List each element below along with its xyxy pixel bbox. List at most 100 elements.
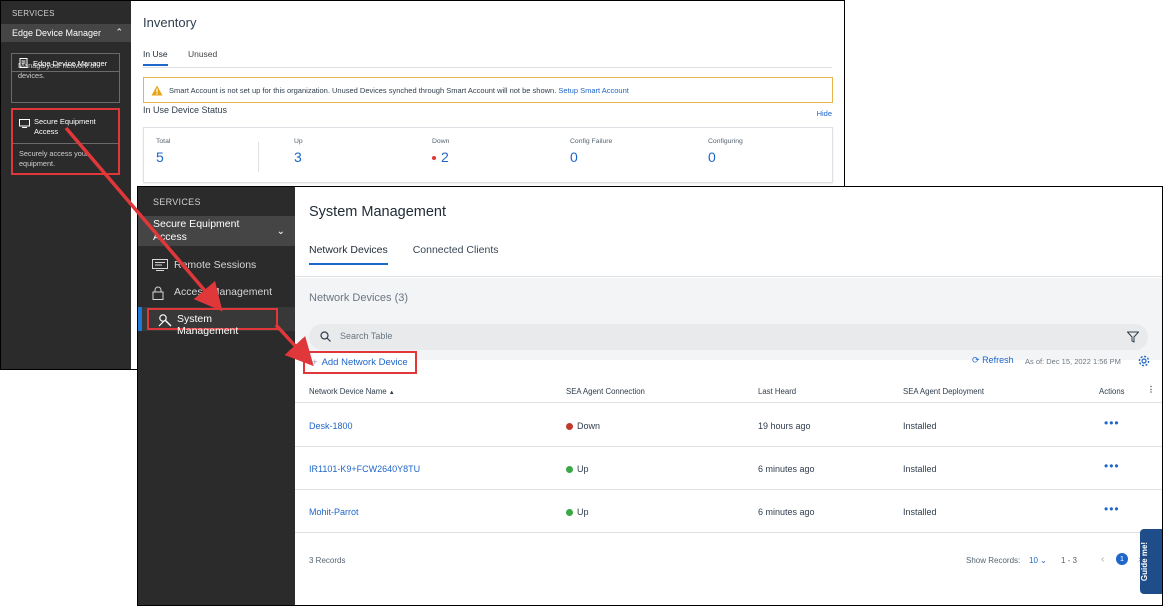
- page-title: System Management: [309, 204, 447, 220]
- services-label: SERVICES: [153, 197, 201, 207]
- more-actions-icon[interactable]: •••: [1104, 459, 1120, 473]
- gear-icon[interactable]: [1138, 355, 1150, 367]
- device-icon: [19, 58, 28, 68]
- divider: [258, 142, 259, 172]
- deployment-status: Installed: [903, 507, 937, 517]
- last-heard: 19 hours ago: [758, 421, 811, 431]
- stat-label: Config Failure: [570, 138, 613, 145]
- sidebar-item-remote-sessions[interactable]: Remote Sessions: [152, 259, 256, 271]
- status-title: In Use Device Status: [143, 105, 228, 115]
- column-menu-icon[interactable]: ⋮: [1147, 385, 1155, 394]
- setup-smart-account-link[interactable]: Setup Smart Account: [558, 86, 628, 95]
- connection-status: Down: [566, 421, 600, 431]
- filter-icon[interactable]: [1127, 331, 1139, 343]
- sea-service-card[interactable]: Secure Equipment Access Securely access …: [11, 108, 120, 175]
- sidebar-item-access-management[interactable]: Access Management: [152, 286, 273, 300]
- show-records-label: Show Records:: [966, 556, 1021, 565]
- table-row[interactable]: Desk-1800 Down 19 hours ago Installed ••…: [295, 404, 1162, 447]
- status-up-icon: [566, 509, 573, 516]
- sidebar-item-label: Access Management: [174, 286, 273, 298]
- stat-label: Up: [294, 138, 303, 145]
- show-records-select[interactable]: 10 ⌄: [1029, 556, 1047, 565]
- status-up-icon: [566, 466, 573, 473]
- connection-label: Down: [577, 421, 601, 431]
- system-management-main: System Management Network Devices Connec…: [295, 187, 1162, 605]
- sidebar-item-system-management[interactable]: System Management: [147, 308, 278, 337]
- stat-down[interactable]: Down 2: [432, 138, 449, 165]
- connection-status: Up: [566, 464, 589, 474]
- down-dot-icon: [432, 156, 436, 161]
- tab-network-devices[interactable]: Network Devices: [309, 244, 388, 265]
- services-label: SERVICES: [12, 9, 55, 18]
- stat-value: 0: [570, 149, 578, 165]
- col-name-label: Network Device Name: [309, 387, 387, 396]
- sea-section-header[interactable]: Secure Equipment Access ⌄: [138, 216, 295, 246]
- stat-up[interactable]: Up 3: [294, 138, 303, 165]
- stat-label: Down: [432, 138, 450, 145]
- stat-configuring[interactable]: Configuring 0: [708, 138, 743, 165]
- record-range: 1 - 3: [1061, 556, 1078, 565]
- warning-banner: Smart Account is not set up for this org…: [143, 77, 833, 103]
- warning-text: Smart Account is not set up for this org…: [169, 86, 557, 95]
- system-management-screenshot: SERVICES Secure Equipment Access ⌄ Remot…: [137, 186, 1163, 606]
- sort-up-icon: ▲: [388, 390, 395, 396]
- edm-card-title: Edge Device Manager: [33, 59, 108, 68]
- col-deployment[interactable]: SEA Agent Deployment: [903, 387, 984, 396]
- search-bar[interactable]: Search Table: [309, 324, 1148, 350]
- col-last-heard[interactable]: Last Heard: [758, 387, 796, 396]
- lock-icon: [152, 286, 164, 300]
- divider: [143, 67, 832, 68]
- connection-status: Up: [566, 507, 589, 517]
- edm-service-card[interactable]: Edge Device Manager Manage your network …: [11, 53, 120, 103]
- hide-link[interactable]: Hide: [817, 109, 832, 118]
- edm-section-label: Edge Device Manager: [12, 28, 102, 38]
- table-row[interactable]: IR1101-K9+FCW2640Y8TU Up 6 minutes ago I…: [295, 447, 1162, 490]
- add-network-device-button[interactable]: + Add Network Device: [303, 351, 417, 374]
- status-down-icon: [566, 423, 573, 430]
- monitor-icon: [152, 259, 168, 271]
- more-actions-icon[interactable]: •••: [1104, 416, 1120, 430]
- device-name-link[interactable]: Mohit-Parrot: [309, 507, 359, 517]
- prev-page-icon[interactable]: ‹: [1101, 554, 1104, 565]
- chevron-up-icon: ⌃: [115, 27, 123, 37]
- records-count: 3 Records: [309, 556, 346, 565]
- tab-in-use[interactable]: In Use: [143, 49, 168, 66]
- stat-value: 5: [156, 149, 164, 165]
- stat-config-failure[interactable]: Config Failure 0: [570, 138, 612, 165]
- edm-section-header[interactable]: Edge Device Manager ⌃: [1, 24, 131, 42]
- refresh-label: Refresh: [982, 355, 1014, 365]
- tab-unused[interactable]: Unused: [188, 49, 217, 64]
- stat-value: 3: [294, 149, 302, 165]
- show-records-value: 10: [1029, 556, 1038, 565]
- tab-connected-clients[interactable]: Connected Clients: [413, 244, 499, 263]
- guide-me-button[interactable]: Guide me!: [1140, 529, 1162, 594]
- add-network-device-label: Add Network Device: [321, 357, 408, 368]
- more-actions-icon[interactable]: •••: [1104, 502, 1120, 516]
- sea-section-label: Secure Equipment Access: [153, 218, 240, 243]
- col-name[interactable]: Network Device Name ▲: [309, 387, 395, 396]
- device-name-link[interactable]: IR1101-K9+FCW2640Y8TU: [309, 464, 420, 474]
- deployment-status: Installed: [903, 464, 937, 474]
- search-input[interactable]: Search Table: [340, 331, 392, 341]
- refresh-button[interactable]: ⟳ Refresh: [972, 355, 1014, 366]
- network-devices-count: Network Devices (3): [309, 292, 409, 304]
- stat-total[interactable]: Total 5: [156, 138, 170, 165]
- stat-label: Configuring: [708, 138, 743, 145]
- warning-icon: [151, 85, 163, 96]
- refresh-icon: ⟳: [972, 355, 980, 365]
- col-connection[interactable]: SEA Agent Connection: [566, 387, 645, 396]
- stat-value: 0: [708, 149, 716, 165]
- chevron-down-icon: ⌄: [276, 226, 285, 237]
- as-of-timestamp: As of: Dec 15, 2022 1:56 PM: [1025, 357, 1121, 366]
- table-row[interactable]: Mohit-Parrot Up 6 minutes ago Installed …: [295, 490, 1162, 533]
- sidebar: SERVICES Secure Equipment Access ⌄ Remot…: [138, 187, 295, 605]
- page-number[interactable]: 1: [1116, 553, 1128, 565]
- device-name-link[interactable]: Desk-1800: [309, 421, 353, 431]
- sidebar-item-label: Remote Sessions: [174, 259, 257, 271]
- table-header: Network Device Name ▲ SEA Agent Connecti…: [295, 380, 1162, 403]
- stat-label: Total: [156, 138, 171, 145]
- table-footer: 3 Records Show Records: 10 ⌄ 1 - 3 ‹ 1 ›: [295, 546, 1162, 576]
- chevron-down-icon: ⌄: [1040, 556, 1047, 565]
- guide-me-label: Guide me!: [1140, 541, 1150, 582]
- sidebar-item-label: System Management: [177, 313, 239, 337]
